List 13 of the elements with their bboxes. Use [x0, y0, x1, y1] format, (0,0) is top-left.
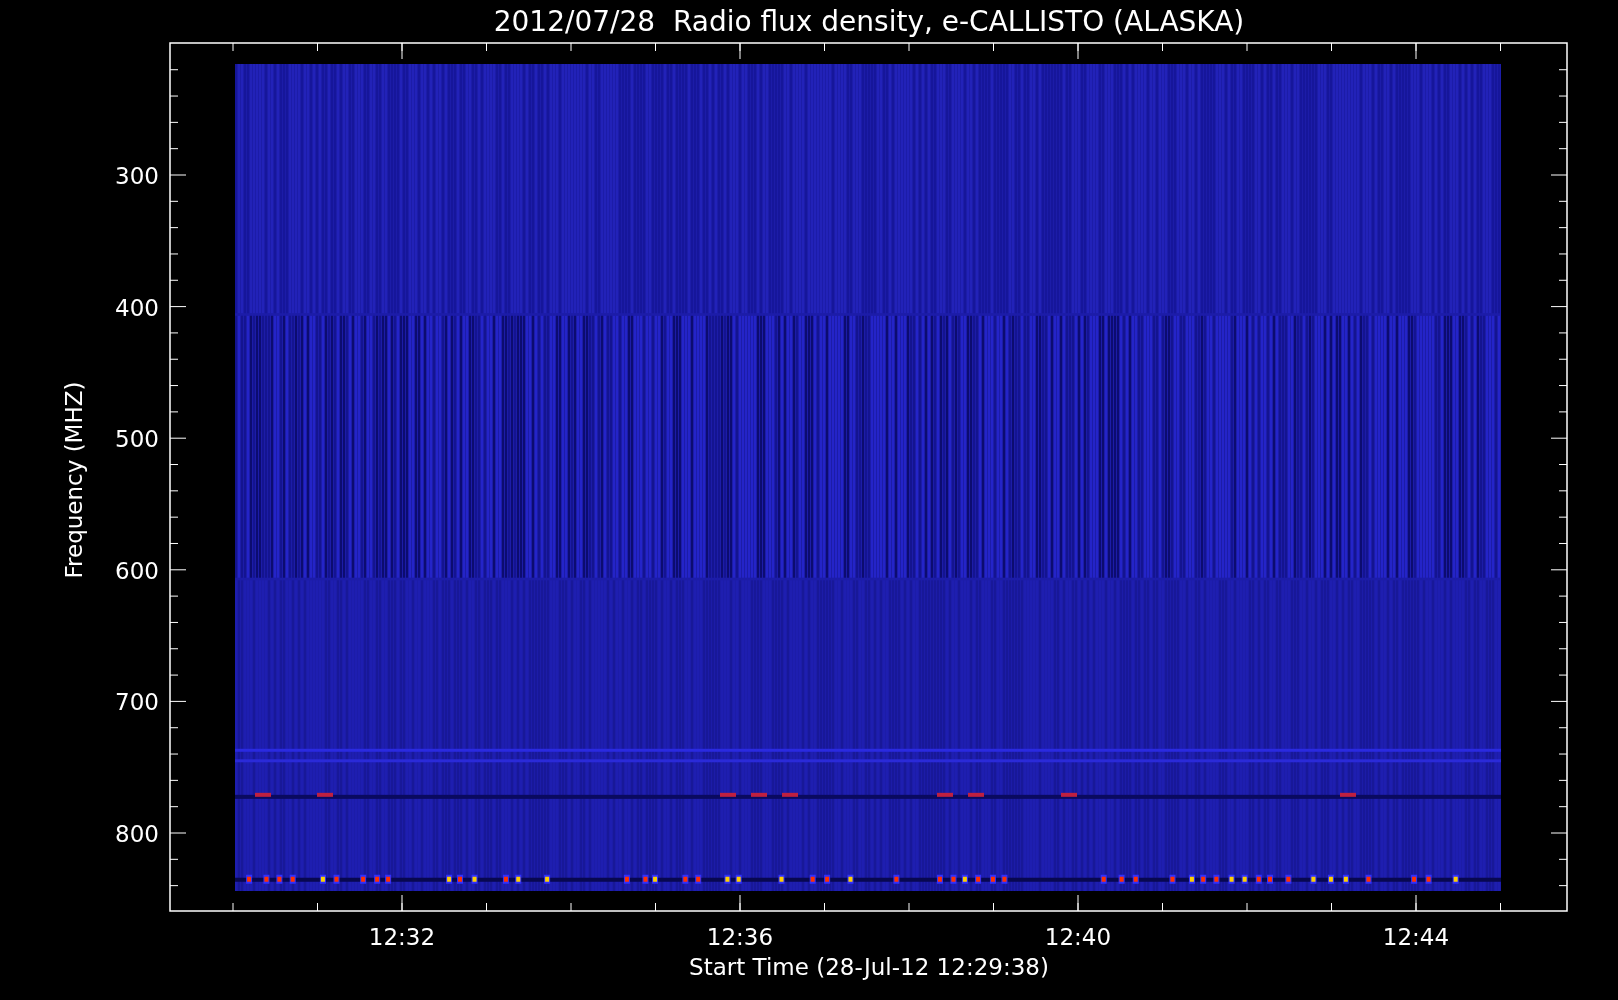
y-tick-label: 600: [115, 557, 159, 584]
x-tick-label: 12:32: [368, 924, 436, 950]
y-tick-label: 800: [115, 821, 159, 847]
x-axis-label: Start Time (28-Jul-12 12:29:38): [689, 954, 1049, 980]
chart-title: 2012/07/28 Radio flux density, e-CALLISTO (ALASKA): [493, 5, 1245, 38]
y-tick-label: 700: [115, 689, 159, 716]
x-tick-label: 12:44: [1382, 924, 1450, 950]
x-tick-label: 12:40: [1044, 924, 1112, 950]
y-tick-label: 300: [115, 163, 159, 189]
y-tick-label: 500: [115, 426, 159, 453]
y-axis-label: Frequency (MHZ): [61, 381, 87, 579]
y-tick-label: 400: [115, 294, 159, 321]
x-tick-label: 12:36: [706, 924, 774, 950]
